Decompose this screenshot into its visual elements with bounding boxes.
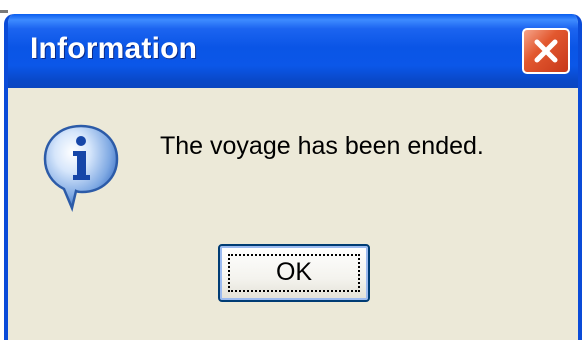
information-icon [43, 124, 119, 212]
close-button[interactable] [522, 28, 570, 74]
information-dialog: Information The voyage has been ended. O… [4, 14, 582, 340]
ok-button-label: OK [275, 258, 313, 286]
window-title: Information [30, 32, 198, 65]
screen: Information The voyage has been ended. O… [0, 0, 582, 340]
close-icon [534, 39, 558, 63]
dialog-message: The voyage has been ended. [160, 132, 484, 160]
background-window-edge [0, 10, 8, 13]
ok-button[interactable]: OK [218, 244, 370, 302]
title-bar[interactable]: Information [8, 14, 578, 88]
